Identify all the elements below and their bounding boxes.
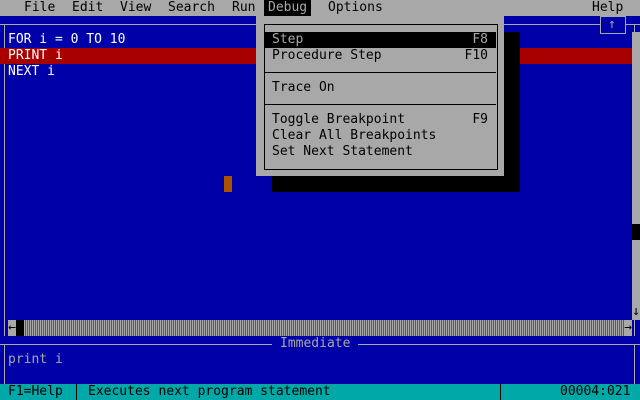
status-bar: F1=Help Executes next program statement …: [0, 384, 640, 400]
debug-menu-set-next-statement[interactable]: Set Next Statement: [264, 144, 496, 160]
debug-menu-step[interactable]: Step F8: [264, 32, 496, 48]
menu-search[interactable]: Search: [168, 0, 215, 16]
maximize-icon: ↑: [608, 17, 616, 32]
menu-options[interactable]: Options: [328, 0, 383, 16]
debug-menu-trace-on[interactable]: Trace On: [264, 80, 496, 96]
vertical-scroll-thumb[interactable]: [632, 224, 640, 240]
debug-menu-separator-1: [264, 72, 496, 73]
horizontal-scroll-thumb[interactable]: [16, 320, 24, 336]
immediate-left-border: [4, 344, 5, 384]
immediate-right-border: [634, 344, 635, 384]
debug-menu-procedure-step[interactable]: Procedure Step F10: [264, 48, 496, 64]
status-position: 00004:021: [560, 384, 631, 399]
debug-menu: Step F8 Procedure Step F10 Trace On Togg…: [256, 16, 504, 176]
status-message: Executes next program statement: [88, 384, 331, 399]
scroll-right-arrow-icon[interactable]: →: [624, 320, 632, 336]
menu-help[interactable]: Help: [592, 0, 623, 16]
scroll-down-arrow-icon[interactable]: ↓: [632, 304, 640, 320]
debug-menu-separator-2: [264, 104, 496, 105]
debug-menu-clear-all-breakpoints[interactable]: Clear All Breakpoints: [264, 128, 496, 144]
status-separator-2: [500, 384, 501, 400]
scroll-left-arrow-icon[interactable]: ←: [8, 320, 16, 336]
menu-run[interactable]: Run: [232, 0, 255, 16]
text-cursor: [224, 176, 232, 192]
horizontal-scrollbar[interactable]: [16, 320, 624, 336]
menu-view[interactable]: View: [120, 0, 151, 16]
menu-edit[interactable]: Edit: [72, 0, 103, 16]
editor-left-border: [4, 24, 5, 336]
menu-file[interactable]: File: [24, 0, 55, 16]
menu-bar: File Edit View Search Run Debug Options …: [0, 0, 640, 16]
immediate-line-1[interactable]: print i: [8, 352, 63, 368]
debug-menu-toggle-breakpoint[interactable]: Toggle Breakpoint F9: [264, 112, 496, 128]
menu-debug[interactable]: Debug: [264, 0, 312, 16]
status-help[interactable]: F1=Help: [8, 384, 63, 400]
status-separator-1: [76, 384, 77, 400]
immediate-title: Immediate: [272, 336, 359, 352]
vertical-scrollbar[interactable]: [632, 32, 640, 320]
